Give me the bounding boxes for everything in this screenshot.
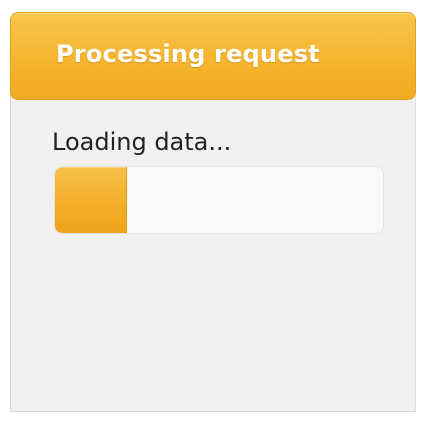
progress-bar bbox=[54, 166, 384, 234]
dialog-title: Processing request bbox=[56, 40, 320, 68]
progress-bar-fill bbox=[55, 167, 128, 233]
dialog-titlebar[interactable]: Processing request bbox=[10, 12, 416, 100]
loading-label: Loading data... bbox=[52, 128, 232, 156]
